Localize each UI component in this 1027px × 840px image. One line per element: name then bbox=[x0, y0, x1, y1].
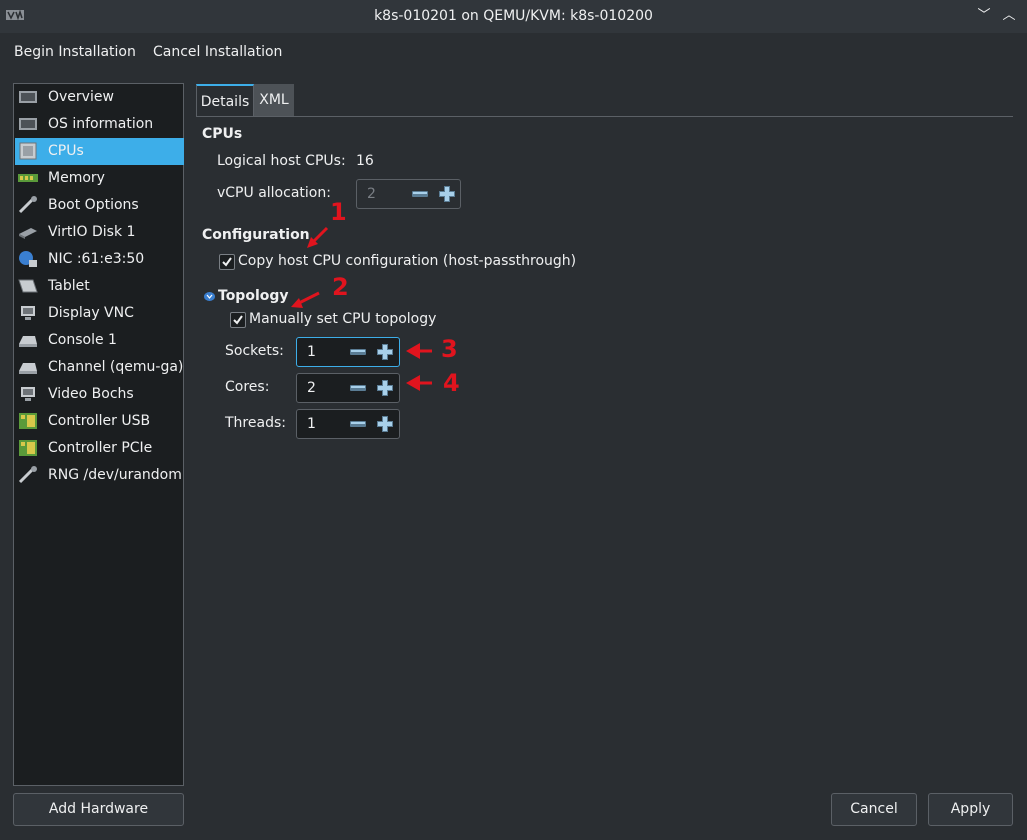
minus-icon[interactable] bbox=[350, 421, 366, 427]
sidebar-item-label: OS information bbox=[48, 116, 154, 132]
annotation-arrow-1 bbox=[307, 226, 329, 248]
sidebar-item-label: Console 1 bbox=[48, 332, 117, 348]
sidebar-item-label: Overview bbox=[48, 89, 114, 105]
sidebar-item-label: Controller PCIe bbox=[48, 440, 153, 456]
sockets-stepper[interactable]: 1 bbox=[296, 337, 400, 367]
sockets-label: Sockets: bbox=[225, 343, 284, 359]
sidebar-item-nic[interactable]: NIC :61:e3:50 bbox=[15, 246, 184, 273]
plus-icon[interactable] bbox=[377, 416, 393, 432]
copy-host-cpu-checkbox[interactable] bbox=[219, 254, 235, 270]
sidebar-item-cpus[interactable]: CPUs bbox=[15, 138, 184, 165]
nic-icon bbox=[19, 251, 37, 267]
plus-icon bbox=[439, 186, 455, 202]
checkmark-icon bbox=[222, 257, 232, 267]
sidebar-item-label: VirtIO Disk 1 bbox=[48, 224, 136, 240]
sidebar-item-label: RNG /dev/urandom bbox=[48, 467, 182, 483]
sidebar-item-label: NIC :61:e3:50 bbox=[48, 251, 145, 267]
hardware-list[interactable]: Overview OS information CPUs Memory Boot… bbox=[13, 83, 184, 786]
cancel-installation-menu[interactable]: Cancel Installation bbox=[153, 40, 282, 64]
channel-icon bbox=[19, 363, 37, 374]
sidebar-item-controller-usb[interactable]: Controller USB bbox=[15, 408, 184, 435]
boot-options-icon bbox=[18, 196, 37, 214]
sidebar-item-boot-options[interactable]: Boot Options bbox=[15, 192, 184, 219]
controller-icon bbox=[19, 413, 37, 429]
overview-icon bbox=[19, 91, 37, 103]
sidebar-item-label: CPUs bbox=[48, 143, 84, 159]
tablet-icon bbox=[18, 279, 38, 293]
tab-divider bbox=[196, 116, 1013, 117]
add-hardware-button[interactable]: Add Hardware bbox=[13, 793, 184, 826]
sidebar-item-label: Tablet bbox=[48, 278, 90, 294]
logical-cpus-value: 16 bbox=[356, 153, 374, 169]
sidebar-item-label: Display VNC bbox=[48, 305, 134, 321]
threads-label: Threads: bbox=[225, 415, 286, 431]
tab-details[interactable]: Details bbox=[196, 84, 254, 117]
plus-icon[interactable] bbox=[377, 380, 393, 396]
begin-installation-menu[interactable]: Begin Installation bbox=[14, 40, 136, 64]
checkmark-icon bbox=[233, 315, 243, 325]
annotation-number-1: 1 bbox=[330, 198, 347, 226]
sidebar-item-channel[interactable]: Channel (qemu-ga) bbox=[15, 354, 184, 381]
expander-down-icon[interactable] bbox=[204, 292, 215, 301]
sidebar-item-tablet[interactable]: Tablet bbox=[15, 273, 184, 300]
os-info-icon bbox=[19, 118, 37, 130]
memory-icon bbox=[18, 174, 38, 182]
controller-icon bbox=[19, 440, 37, 456]
manual-topology-label[interactable]: Manually set CPU topology bbox=[249, 311, 436, 327]
sidebar-item-label: Controller USB bbox=[48, 413, 151, 429]
disk-icon bbox=[19, 228, 37, 239]
annotation-number-3: 3 bbox=[441, 335, 458, 363]
logical-cpus-label: Logical host CPUs: bbox=[217, 153, 346, 169]
cores-label: Cores: bbox=[225, 379, 270, 395]
annotation-arrow-2 bbox=[291, 291, 320, 308]
cores-stepper[interactable]: 2 bbox=[296, 373, 400, 403]
cores-value[interactable]: 2 bbox=[307, 374, 316, 402]
cancel-button[interactable]: Cancel bbox=[831, 793, 917, 826]
vcpu-allocation-stepper: 2 bbox=[356, 179, 461, 209]
cpu-icon bbox=[19, 142, 37, 160]
sidebar-item-controller-pcie[interactable]: Controller PCIe bbox=[15, 435, 184, 462]
minus-icon[interactable] bbox=[350, 349, 366, 355]
sidebar-item-label: Channel (qemu-ga) bbox=[48, 359, 184, 375]
window-title: k8s-010201 on QEMU/KVM: k8s-010200 bbox=[374, 8, 653, 24]
sidebar-item-overview[interactable]: Overview bbox=[15, 84, 184, 111]
plus-icon[interactable] bbox=[377, 344, 393, 360]
minus-icon bbox=[412, 191, 428, 197]
annotation-number-2: 2 bbox=[332, 273, 349, 301]
sidebar-item-display-vnc[interactable]: Display VNC bbox=[15, 300, 184, 327]
sidebar-item-label: Memory bbox=[48, 170, 105, 186]
rng-icon bbox=[18, 466, 37, 484]
manual-topology-checkbox[interactable] bbox=[230, 312, 246, 328]
minus-icon[interactable] bbox=[350, 385, 366, 391]
cpus-heading: CPUs bbox=[202, 126, 243, 142]
configuration-heading: Configuration bbox=[202, 227, 310, 243]
threads-stepper[interactable]: 1 bbox=[296, 409, 400, 439]
console-icon bbox=[19, 336, 37, 347]
threads-value[interactable]: 1 bbox=[307, 410, 316, 438]
copy-host-cpu-label[interactable]: Copy host CPU configuration (host-passth… bbox=[238, 253, 576, 269]
topology-heading[interactable]: Topology bbox=[218, 288, 289, 304]
sidebar-item-label: Video Bochs bbox=[48, 386, 134, 402]
sidebar-item-rng[interactable]: RNG /dev/urandom bbox=[15, 462, 184, 489]
apply-button[interactable]: Apply bbox=[928, 793, 1013, 826]
vcpu-allocation-label: vCPU allocation: bbox=[217, 185, 331, 201]
display-icon bbox=[21, 306, 35, 320]
annotation-arrow-3 bbox=[406, 343, 432, 359]
annotation-arrow-4 bbox=[406, 375, 432, 391]
sidebar-item-label: Boot Options bbox=[48, 197, 139, 213]
annotation-number-4: 4 bbox=[443, 369, 460, 397]
sidebar-item-memory[interactable]: Memory bbox=[15, 165, 184, 192]
video-icon bbox=[21, 387, 35, 401]
sidebar-item-video[interactable]: Video Bochs bbox=[15, 381, 184, 408]
maximize-icon[interactable]: ︿ bbox=[998, 6, 1020, 26]
sidebar-item-virtio-disk[interactable]: VirtIO Disk 1 bbox=[15, 219, 184, 246]
tab-xml[interactable]: XML bbox=[254, 84, 294, 117]
sidebar-item-console[interactable]: Console 1 bbox=[15, 327, 184, 354]
sockets-value[interactable]: 1 bbox=[307, 338, 316, 366]
sidebar-item-os-information[interactable]: OS information bbox=[15, 111, 184, 138]
minimize-icon[interactable]: ﹀ bbox=[973, 6, 995, 26]
vcpu-allocation-value: 2 bbox=[367, 186, 376, 202]
